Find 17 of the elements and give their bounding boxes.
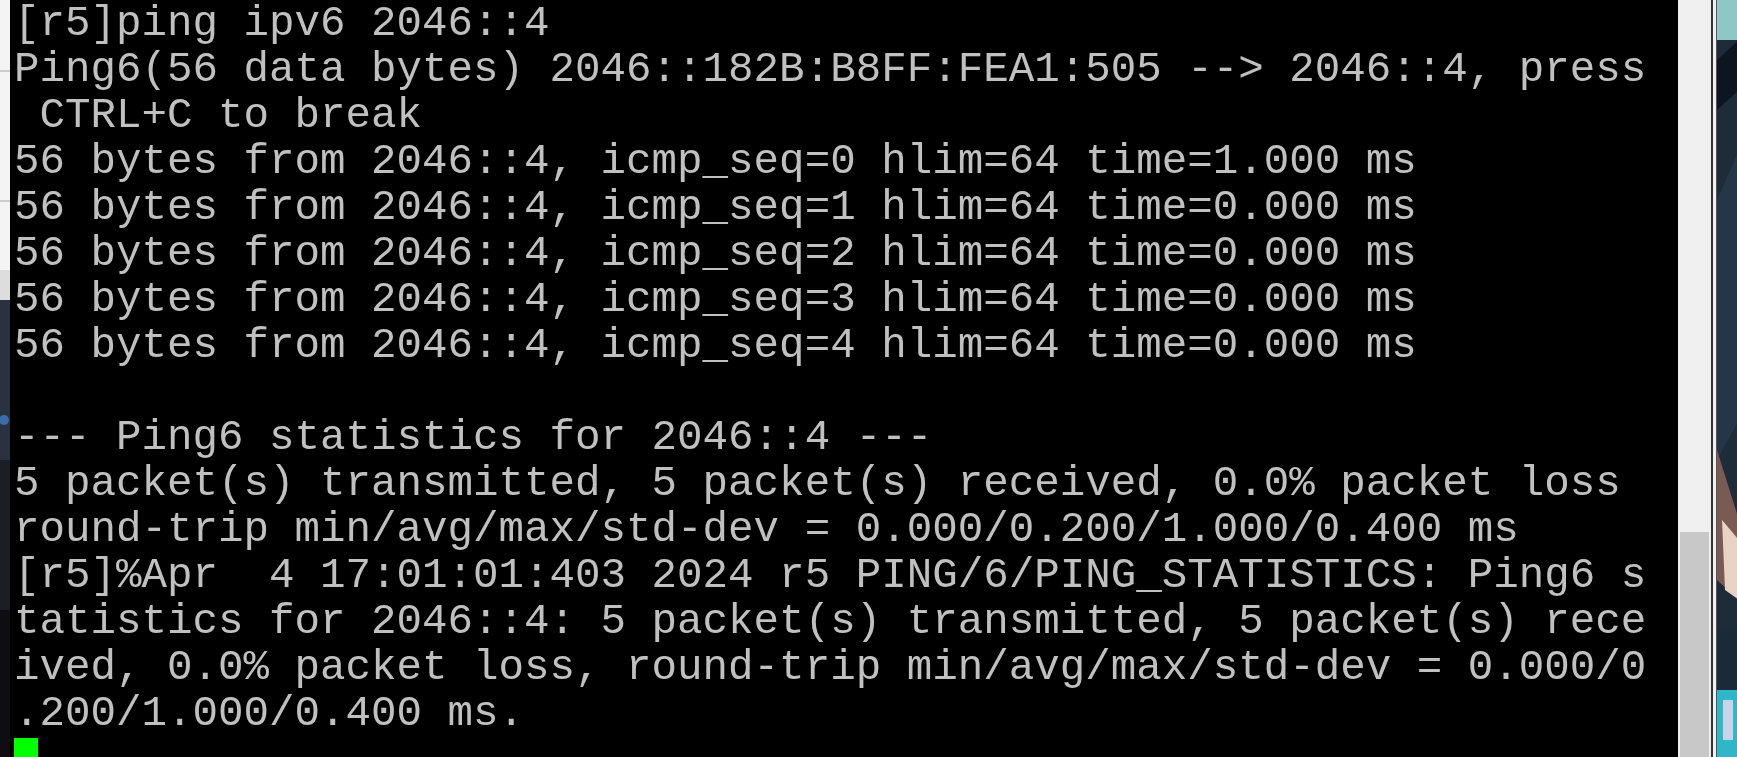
- terminal-line: 56 bytes from 2046::4, icmp_seq=4 hlim=64 time=0.000 ms: [14, 323, 1417, 369]
- terminal-line: Ping6(56 data bytes) 2046::182B:B8FF:FEA1:505 --> 2046::4, press: [14, 47, 1647, 93]
- terminal-line: --- Ping6 statistics for 2046::4 ---: [14, 415, 933, 461]
- terminal-line: 56 bytes from 2046::4, icmp_seq=3 hlim=64 time=0.000 ms: [14, 277, 1417, 323]
- terminal-line: 5 packet(s) transmitted, 5 packet(s) received, 0.0% packet loss: [14, 461, 1621, 507]
- terminal-line: [r5]%Apr 4 17:01:01:403 2024 r5 PING/6/PING_STATISTICS: Ping6 s: [14, 553, 1647, 599]
- terminal-line: tatistics for 2046::4: 5 packet(s) transmitted, 5 packet(s) rece: [14, 599, 1647, 645]
- terminal-line: round-trip min/avg/max/std-dev = 0.000/0.200/1.000/0.400 ms: [14, 507, 1519, 553]
- terminal-line: 56 bytes from 2046::4, icmp_seq=1 hlim=64 time=0.000 ms: [14, 185, 1417, 231]
- terminal-line: CTRL+C to break: [38, 93, 423, 139]
- scrollbar-thumb[interactable]: [1680, 532, 1709, 757]
- scrollbar[interactable]: [1678, 0, 1711, 757]
- terminal-line: .200/1.000/0.400 ms.: [14, 691, 525, 737]
- terminal-line: ived, 0.0% packet loss, round-trip min/avg/max/std-dev = 0.000/0: [14, 645, 1647, 691]
- terminal-line: [r5]ping ipv6 2046::4: [14, 1, 550, 47]
- terminal-line: 56 bytes from 2046::4, icmp_seq=0 hlim=64 time=1.000 ms: [14, 139, 1417, 185]
- terminal-line: 56 bytes from 2046::4, icmp_seq=2 hlim=64 time=0.000 ms: [14, 231, 1417, 277]
